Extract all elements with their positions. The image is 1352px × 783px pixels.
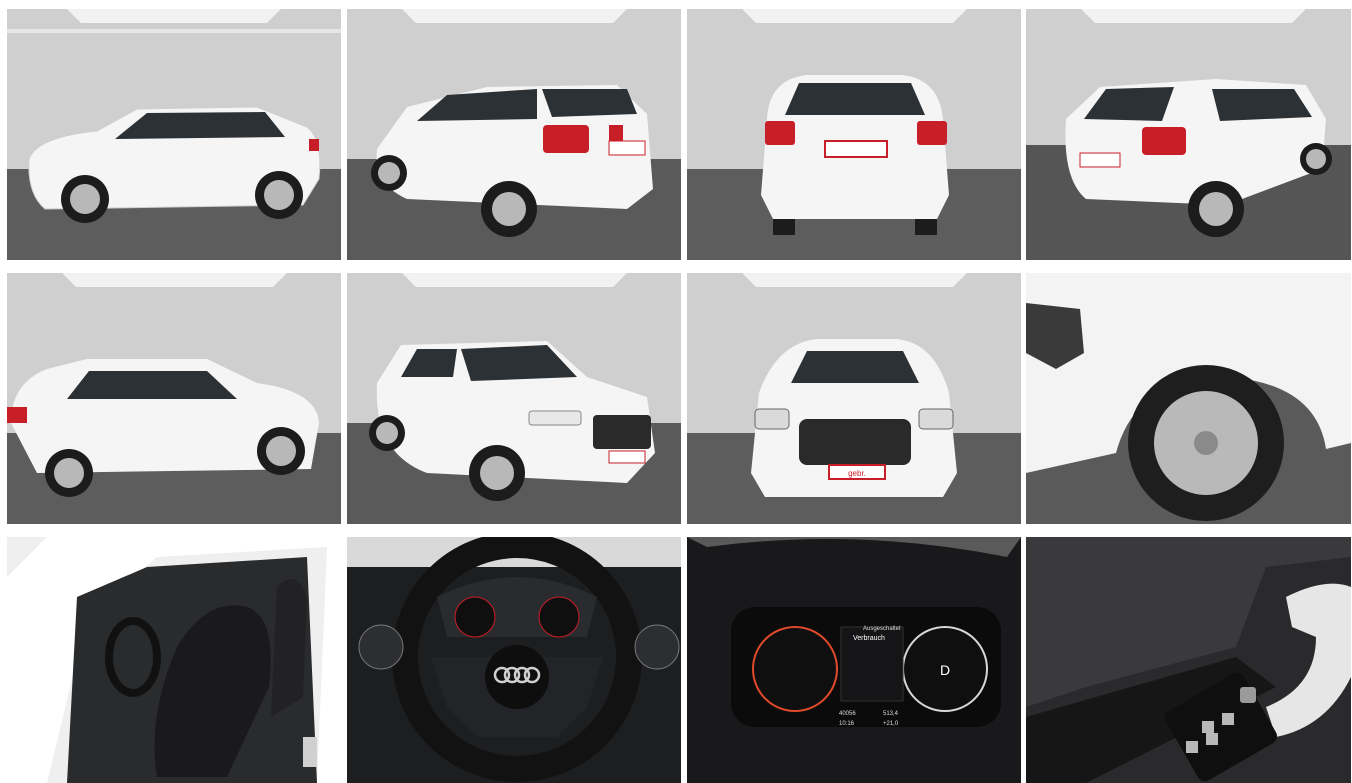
- photo-front[interactable]: gebr.: [687, 273, 1021, 524]
- photo-rear-three-quarter-right[interactable]: [1026, 9, 1351, 260]
- photo-instrument-cluster[interactable]: Ausgeschaltet Verbrauch D 40056 513,4 10…: [687, 537, 1021, 783]
- cluster-menu-title: Verbrauch: [853, 635, 885, 642]
- photo-front-three-quarter[interactable]: [347, 273, 681, 524]
- cluster-time: 10:16: [839, 721, 855, 727]
- photo-wheel-detail[interactable]: [1026, 273, 1351, 524]
- photo-gallery: gebr. Ausgeschaltet Verbrauch D 40056 51…: [7, 9, 1351, 783]
- photo-side-right[interactable]: [7, 273, 341, 524]
- photo-door-controls[interactable]: [1026, 537, 1351, 783]
- cluster-top-right: Ausgeschaltet: [863, 626, 901, 632]
- plate-text: gebr.: [848, 469, 866, 478]
- cluster-temp: +21,0: [883, 721, 899, 727]
- photo-rear[interactable]: [687, 9, 1021, 260]
- photo-steering-wheel[interactable]: [347, 537, 681, 783]
- photo-interior-seats[interactable]: [7, 537, 341, 783]
- cluster-odometer: 40056: [839, 711, 856, 717]
- photo-rear-three-quarter-left[interactable]: [347, 9, 681, 260]
- cluster-range: 513,4: [883, 711, 899, 717]
- cluster-gear: D: [940, 662, 950, 678]
- photo-side-left[interactable]: [7, 9, 341, 260]
